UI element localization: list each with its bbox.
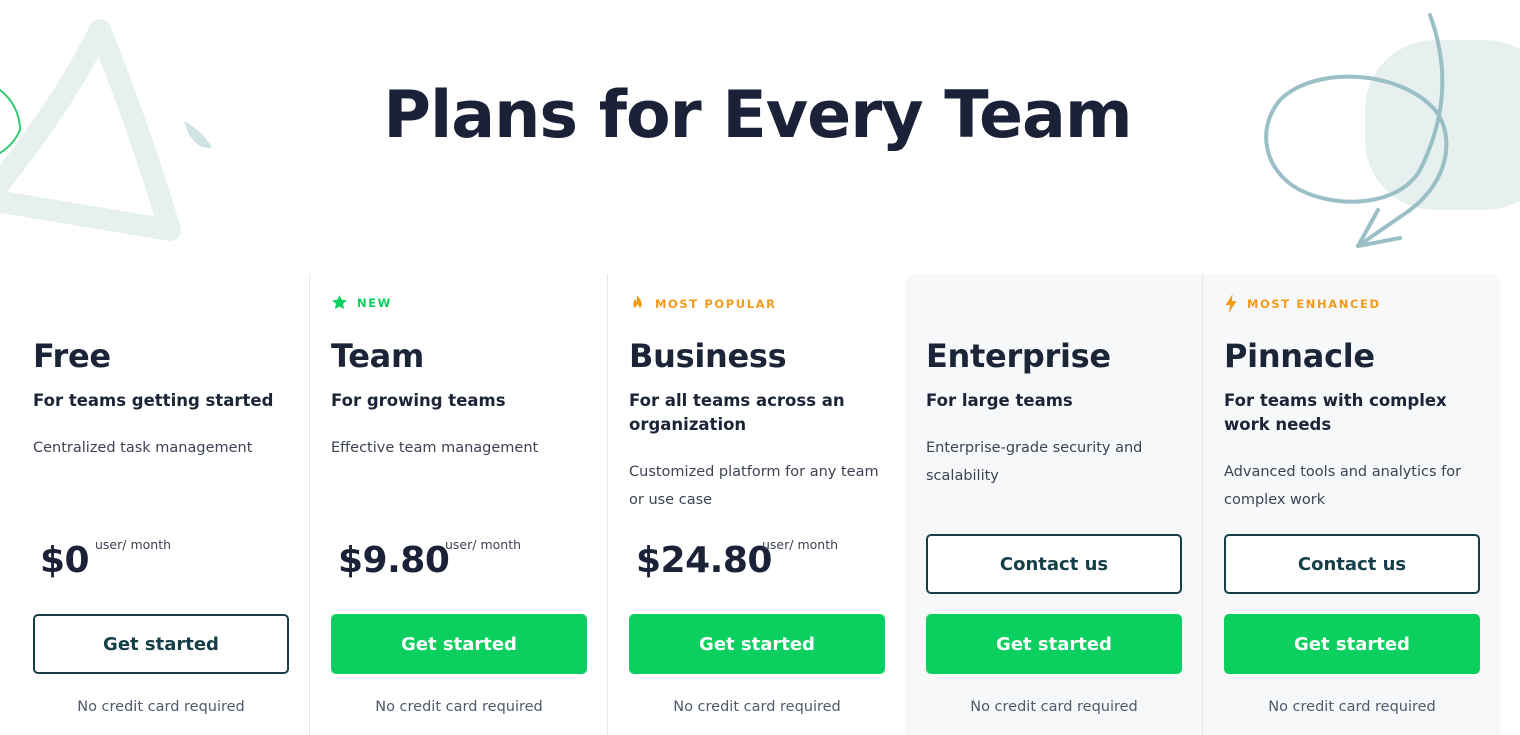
plan-subtitle: For large teams: [926, 391, 1073, 410]
contact-us-button[interactable]: Contact us: [926, 534, 1182, 594]
plan-badge: MOST POPULAR: [629, 294, 777, 313]
plan-card-team: NEW Team For growing teams Effective tea…: [309, 274, 607, 735]
plan-description: Customized platform for any team or use …: [629, 464, 879, 508]
no-credit-card-note: No credit card required: [970, 699, 1138, 715]
plan-subtitle: For growing teams: [331, 391, 506, 410]
no-credit-card-note: No credit card required: [375, 699, 543, 715]
plan-name: Enterprise: [926, 337, 1111, 375]
contact-us-button[interactable]: Contact us: [1224, 534, 1480, 594]
plan-description: Advanced tools and analytics for complex…: [1224, 464, 1462, 508]
plan-card-free: Free For teams getting started Centraliz…: [12, 274, 309, 735]
plan-price: $0 user/ month: [40, 537, 171, 581]
plan-description: Centralized task management: [33, 440, 253, 456]
price-amount: $0: [40, 540, 90, 581]
plan-subtitle: For teams with complex work needs: [1224, 391, 1447, 434]
plan-subtitle: For teams getting started: [33, 391, 274, 410]
plan-price: $24.80 user/ month: [636, 537, 838, 581]
price-unit: user/ month: [445, 537, 522, 552]
pricing-page: Plans for Every Team Free For teams gett…: [0, 0, 1520, 735]
badge-label: NEW: [357, 295, 392, 310]
plan-card-business: MOST POPULAR Business For all teams acro…: [607, 274, 905, 735]
plan-name: Free: [33, 337, 111, 375]
badge-label: MOST ENHANCED: [1247, 296, 1381, 311]
no-credit-card-note: No credit card required: [77, 699, 245, 715]
plan-price: $9.80 user/ month: [338, 537, 521, 581]
no-credit-card-note: No credit card required: [1268, 699, 1436, 715]
price-amount: $9.80: [338, 540, 450, 581]
get-started-button[interactable]: Get started: [926, 614, 1182, 674]
plan-badge: MOST ENHANCED: [1224, 294, 1381, 313]
get-started-button[interactable]: Get started: [1224, 614, 1480, 674]
plan-name: Pinnacle: [1224, 337, 1375, 375]
flame-icon: [633, 295, 642, 311]
price-unit: user/ month: [95, 537, 172, 552]
plan-badge: NEW: [331, 294, 392, 311]
plan-name: Business: [629, 337, 787, 375]
star-icon: [332, 295, 347, 310]
plans-grid: Free For teams getting started Centraliz…: [12, 274, 1500, 735]
plan-name: Team: [331, 337, 425, 375]
plan-card-enterprise: Enterprise For large teams Enterprise-gr…: [905, 274, 1202, 735]
badge-label: MOST POPULAR: [655, 296, 777, 311]
plan-description: Effective team management: [331, 440, 539, 456]
get-started-button[interactable]: Get started: [331, 614, 587, 674]
lightning-icon: [1225, 294, 1237, 313]
price-unit: user/ month: [762, 537, 839, 552]
price-amount: $24.80: [636, 540, 772, 581]
plan-card-pinnacle: MOST ENHANCED Pinnacle For teams with co…: [1202, 274, 1500, 735]
no-credit-card-note: No credit card required: [673, 699, 841, 715]
get-started-button[interactable]: Get started: [629, 614, 885, 674]
page-title: Plans for Every Team: [383, 78, 1132, 153]
plan-subtitle: For all teams across an organization: [629, 391, 845, 434]
get-started-button[interactable]: Get started: [33, 614, 289, 674]
plan-description: Enterprise-grade security and scalabilit…: [926, 440, 1143, 484]
